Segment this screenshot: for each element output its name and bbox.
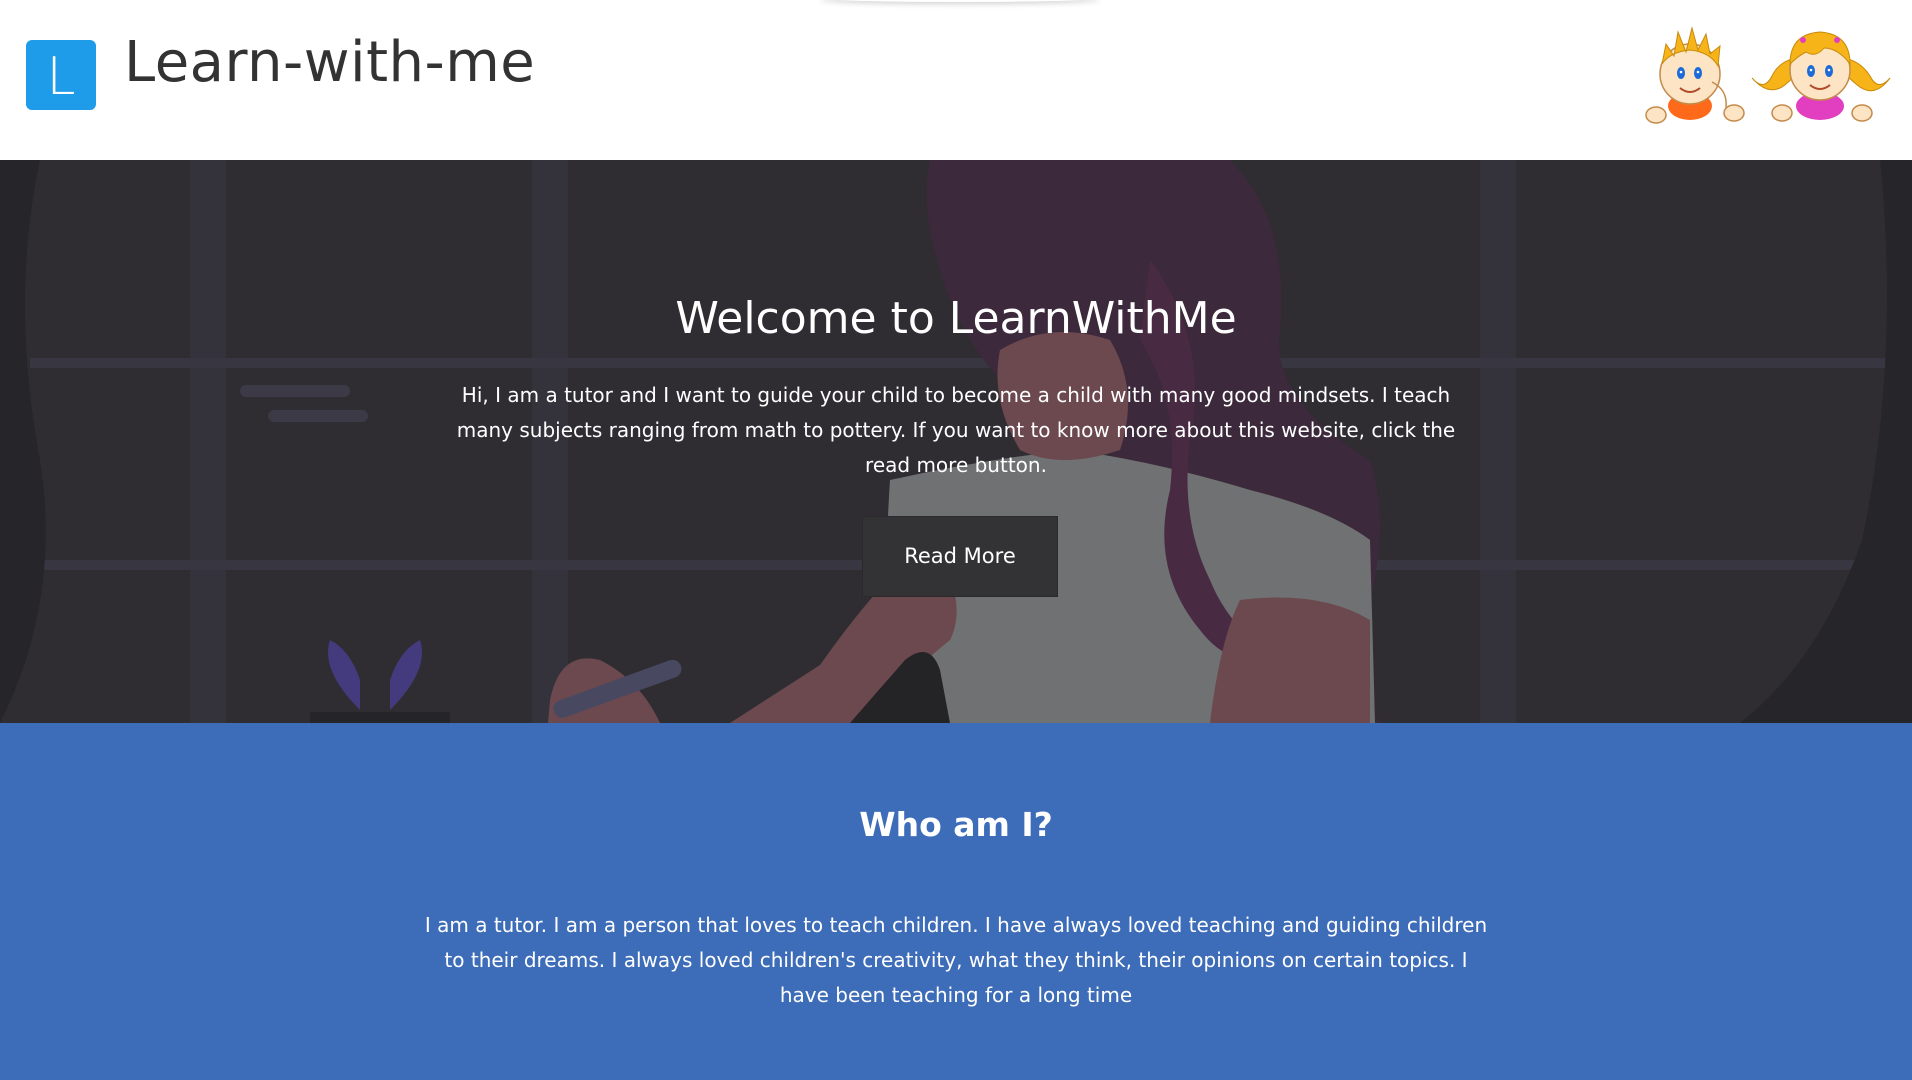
hero-title: Welcome to LearnWithMe xyxy=(675,293,1237,344)
hero-section: Welcome to LearnWithMe Hi, I am a tutor … xyxy=(0,160,1912,723)
logo-icon[interactable]: L xyxy=(26,40,96,110)
about-section: Who am I? I am a tutor. I am a person th… xyxy=(0,723,1912,1080)
about-title: Who am I? xyxy=(859,805,1053,844)
site-title[interactable]: Learn-with-me xyxy=(124,30,535,95)
top-shadow-decoration xyxy=(820,0,1100,2)
logo-letter: L xyxy=(46,47,76,107)
about-description: I am a tutor. I am a person that loves t… xyxy=(424,913,1488,1007)
boy-illustration xyxy=(1645,26,1745,124)
kids-cartoon-image xyxy=(1645,26,1891,124)
girl-illustration xyxy=(1751,31,1891,122)
hero-description: Hi, I am a tutor and I want to guide you… xyxy=(456,383,1456,477)
site-header: L Learn-with-me xyxy=(0,0,1912,160)
read-more-button[interactable]: Read More xyxy=(862,516,1058,597)
